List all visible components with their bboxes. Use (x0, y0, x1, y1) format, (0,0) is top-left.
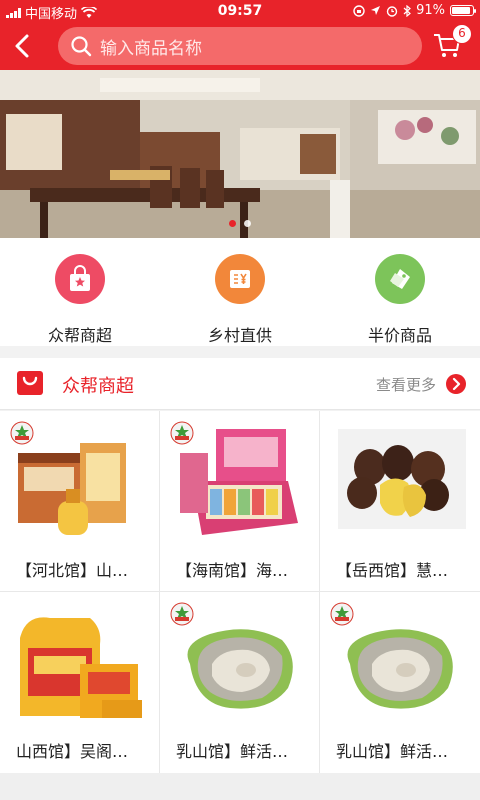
battery-percent: 91% (416, 3, 445, 18)
product-card[interactable]: 【岳西馆】慧… (320, 411, 480, 591)
product-card[interactable]: 乳山馆】鲜活… (160, 592, 319, 773)
product-card[interactable]: 山西馆】吴阁… (0, 592, 159, 773)
pagination-dot-active (229, 220, 236, 227)
banner-image (0, 70, 480, 238)
product-card[interactable]: 【海南馆】海… (160, 411, 319, 591)
view-more-link[interactable]: 查看更多 (376, 374, 436, 395)
product-name: 【海南馆】海… (176, 561, 289, 580)
shopping-bag-icon (17, 371, 43, 395)
price-tag-icon (375, 254, 425, 304)
bluetooth-icon (403, 4, 412, 17)
chevron-right-icon[interactable] (446, 374, 466, 394)
quick-nav-label: 半价商品 (367, 326, 432, 345)
quick-nav-zhongbang[interactable]: 众帮商超 (0, 238, 160, 346)
product-grid: 【河北馆】山… 【海南馆】海… 【岳西馆】慧… 山西馆】吴阁… 乳山馆】鲜活… … (0, 411, 480, 773)
status-icons: 91% (353, 3, 476, 18)
quick-nav-half-price[interactable]: 半价商品 (320, 238, 480, 346)
alarm-icon (386, 5, 398, 17)
status-bar: 中国移动 09:57 91% (0, 0, 480, 22)
product-name: 【岳西馆】慧… (336, 561, 449, 580)
app-header: 中国移动 09:57 91% 输入商品名称 6 (0, 0, 480, 70)
product-image (180, 429, 298, 535)
product-name: 【河北馆】山… (16, 561, 129, 580)
quick-nav-rural[interactable]: 乡村直供 (160, 238, 320, 346)
product-image (187, 629, 293, 709)
section-header: 众帮商超 查看更多 (0, 358, 480, 410)
product-image (338, 429, 466, 529)
search-placeholder: 输入商品名称 (100, 38, 202, 59)
search-icon (71, 36, 92, 57)
cart-count-badge: 6 (452, 24, 472, 44)
product-image (18, 443, 126, 535)
product-name: 山西馆】吴阁… (16, 742, 129, 761)
yuan-voucher-icon (215, 254, 265, 304)
pagination-dot (244, 220, 251, 227)
product-card[interactable]: 【河北馆】山… (0, 411, 159, 591)
product-image (20, 617, 142, 718)
banner-pagination (0, 220, 480, 227)
product-name: 乳山馆】鲜活… (336, 742, 449, 761)
quick-nav: 众帮商超 乡村直供 半价商品 (0, 238, 480, 346)
promo-banner[interactable] (0, 70, 480, 238)
quick-nav-label: 乡村直供 (207, 326, 272, 345)
bottom-spacer (0, 773, 480, 800)
location-icon (371, 6, 381, 15)
product-image (347, 629, 453, 709)
shopping-bag-star-icon (55, 254, 105, 304)
product-name: 乳山馆】鲜活… (176, 742, 289, 761)
back-arrow-icon[interactable] (10, 32, 36, 60)
rotation-lock-icon (353, 4, 365, 17)
cart-button[interactable]: 6 (432, 24, 472, 62)
battery-icon (450, 5, 476, 16)
quick-nav-label: 众帮商超 (47, 326, 112, 345)
product-card[interactable]: 乳山馆】鲜活… (320, 592, 480, 773)
search-bar[interactable]: 输入商品名称 (58, 27, 422, 65)
section-title: 众帮商超 (62, 376, 134, 397)
